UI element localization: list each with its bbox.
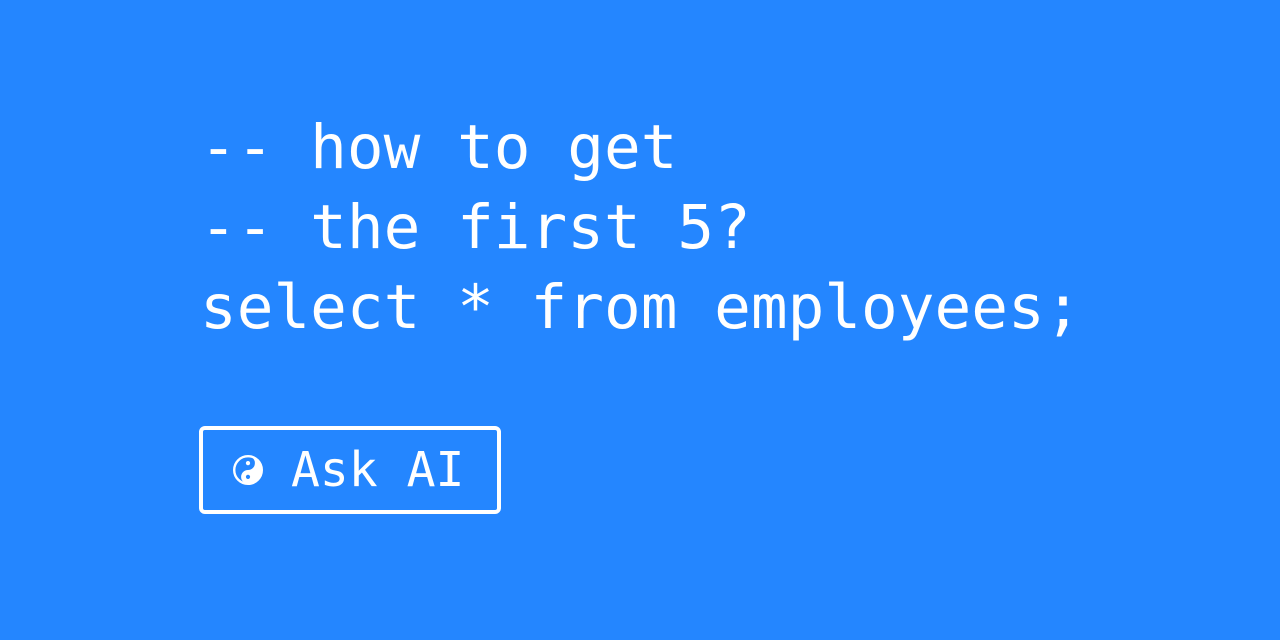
code-query-line: select * from employees; [200, 272, 1082, 343]
ask-ai-button[interactable]: Ask AI [199, 426, 501, 514]
code-comment-line: -- the first 5? [200, 192, 751, 263]
sql-code-editor[interactable]: -- how to get -- the first 5? select * f… [200, 108, 1081, 348]
code-comment-line: -- how to get [200, 112, 678, 183]
ask-ai-button-label: Ask AI [291, 442, 465, 498]
yin-yang-icon [233, 455, 263, 485]
